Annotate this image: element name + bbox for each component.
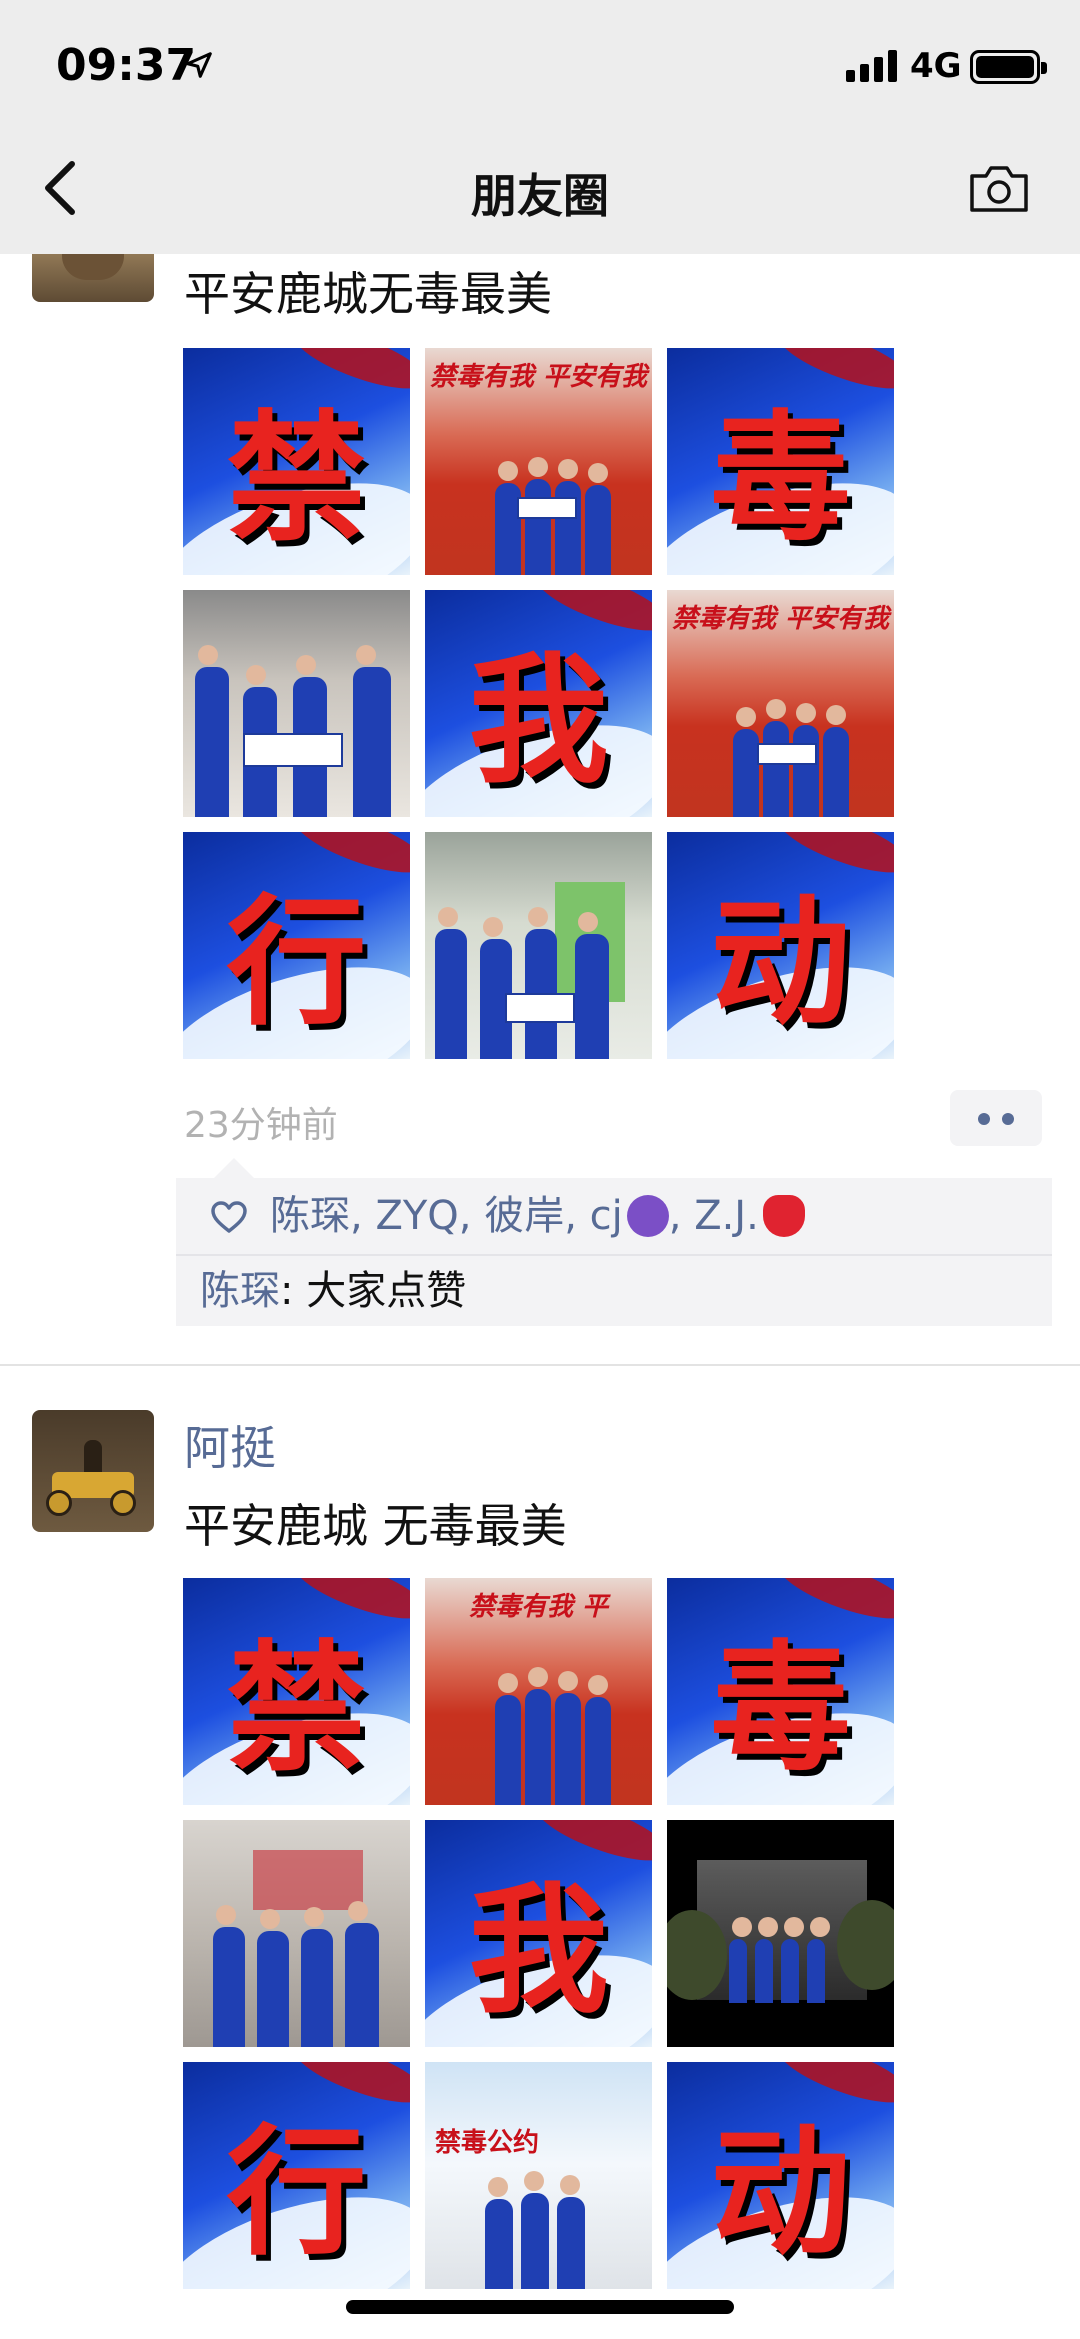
commenter-name[interactable]: 陈琛	[200, 1268, 280, 1314]
liker-name[interactable]: cj	[590, 1193, 623, 1239]
likes-separator: ,	[668, 1193, 695, 1239]
photo-thumbnail[interactable]: 禁毒有我 平	[425, 1578, 652, 1805]
comment-text: 大家点赞	[306, 1268, 467, 1314]
likes-comments-panel: 陈琛, ZYQ, 彼岸, cj, Z.J. 陈琛: 大家点赞	[176, 1158, 1052, 1326]
cellular-signal-icon	[846, 50, 898, 82]
photo-thumbnail[interactable]: 我	[425, 1820, 652, 2047]
photo-thumbnail[interactable]: 毒	[667, 1578, 894, 1805]
photo-thumbnail[interactable]	[183, 590, 410, 817]
post-divider	[0, 1364, 1080, 1366]
more-dots-icon[interactable]	[950, 1090, 1042, 1146]
photo-thumbnail[interactable]: 行	[183, 2062, 410, 2289]
top-bar: 09:37 4G 朋友圈	[0, 0, 1080, 254]
photo-thumbnail[interactable]: 禁毒有我 平安有我	[667, 590, 894, 817]
avatar[interactable]	[32, 1410, 154, 1532]
photo-thumbnail[interactable]: 禁	[183, 1578, 410, 1805]
photo-thumbnail[interactable]	[183, 1820, 410, 2047]
post-time: 23分钟前	[184, 1105, 338, 1146]
photo-grid: 禁 禁毒有我 平 毒 我 行 禁毒公约 动	[183, 1578, 894, 2289]
photo-thumbnail[interactable]: 动	[667, 832, 894, 1059]
photo-thumbnail[interactable]: 毒	[667, 348, 894, 575]
photo-grid: 禁 禁毒有我 平安有我 毒 我 禁毒有我 平安有我 行 动	[183, 348, 894, 1059]
likes-separator: ,	[350, 1193, 376, 1239]
photo-thumbnail[interactable]: 禁毒公约	[425, 2062, 652, 2289]
location-arrow-icon	[186, 52, 212, 78]
comment-item[interactable]: 陈琛: 大家点赞	[176, 1256, 1052, 1326]
status-time: 09:37	[56, 40, 197, 91]
likes-separator: ,	[564, 1193, 590, 1239]
photo-thumbnail[interactable]: 动	[667, 2062, 894, 2289]
poster-name[interactable]: 阿挺	[184, 1412, 276, 1478]
post-text: 平安鹿城无毒最美	[184, 267, 552, 321]
liker-name[interactable]: 彼岸	[484, 1193, 564, 1239]
camera-icon[interactable]	[968, 160, 1030, 214]
devil-emoji-icon	[626, 1195, 669, 1237]
liker-name[interactable]: ZYQ	[375, 1193, 458, 1239]
strawberry-emoji-icon	[762, 1195, 805, 1237]
liker-name[interactable]: 陈琛	[270, 1193, 350, 1239]
photo-thumbnail[interactable]: 行	[183, 832, 410, 1059]
network-type: 4G	[910, 46, 962, 86]
liker-name[interactable]: Z.J.	[694, 1193, 759, 1239]
post-text: 平安鹿城 无毒最美	[184, 1499, 567, 1553]
likes-row: 陈琛, ZYQ, 彼岸, cj, Z.J.	[176, 1178, 1052, 1254]
home-indicator[interactable]	[346, 2300, 734, 2314]
page-title: 朋友圈	[471, 169, 609, 223]
photo-thumbnail[interactable]: 我	[425, 590, 652, 817]
heart-icon	[211, 1201, 247, 1233]
likes-separator: ,	[458, 1193, 485, 1239]
photo-thumbnail[interactable]	[425, 832, 652, 1059]
photo-thumbnail[interactable]: 禁毒有我 平安有我	[425, 348, 652, 575]
comment-colon: :	[280, 1268, 307, 1314]
photo-thumbnail[interactable]: 禁	[183, 348, 410, 575]
photo-thumbnail[interactable]	[667, 1820, 894, 2047]
battery-icon	[970, 50, 1047, 84]
